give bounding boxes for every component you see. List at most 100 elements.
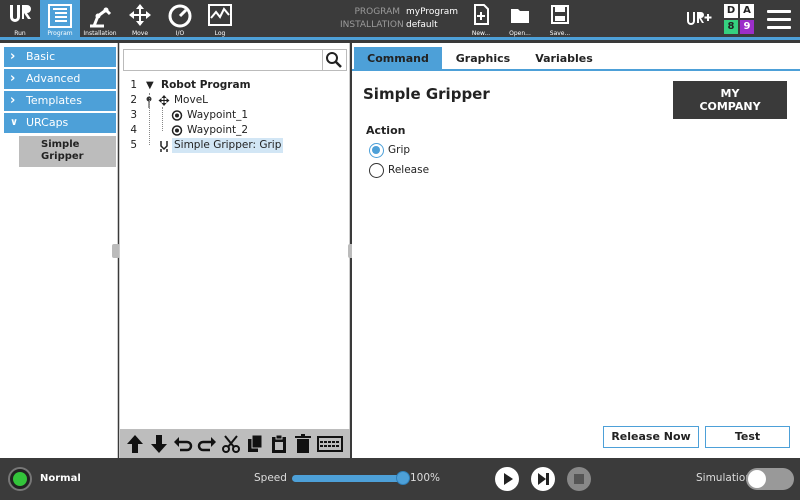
- nav-program-button[interactable]: Program: [40, 0, 80, 40]
- menu-basic-label: Basic: [26, 50, 56, 63]
- da-status-indicator[interactable]: D A 8 9: [724, 4, 756, 36]
- move-down-button[interactable]: [148, 433, 170, 455]
- ur-logo-icon: [0, 0, 40, 30]
- line-number: 4: [130, 124, 137, 136]
- bottom-footer: Normal Speed 100% Simulation: [0, 458, 800, 500]
- test-button[interactable]: Test: [705, 426, 790, 448]
- undo-button[interactable]: [172, 433, 194, 455]
- robot-arm-icon: [80, 0, 120, 30]
- folder-icon: [511, 9, 529, 23]
- program-name: myProgram: [406, 7, 459, 17]
- nav-log-button[interactable]: Log: [200, 0, 240, 40]
- move-up-button[interactable]: [124, 433, 146, 455]
- company-logo: MY COMPANY: [673, 81, 787, 119]
- tree-connector: [162, 107, 163, 131]
- simulation-label: Simulation: [696, 472, 752, 484]
- open-program-button[interactable]: Open...: [502, 0, 538, 40]
- nav-move-button[interactable]: Move: [120, 0, 160, 40]
- arrow-down-icon: [151, 435, 167, 453]
- copy-icon: [248, 434, 263, 452]
- menu-simple-gripper[interactable]: Simple Gripper: [19, 136, 116, 167]
- line-number: 2: [130, 94, 137, 106]
- program-info-values: myProgram default: [406, 6, 458, 32]
- line-number: 3: [130, 109, 137, 121]
- program-tree-icon: [40, 0, 80, 30]
- play-icon: [504, 473, 513, 485]
- release-radio[interactable]: [369, 163, 384, 178]
- nav-move-label: Move: [131, 30, 149, 37]
- hamburger-icon-line: [767, 26, 791, 29]
- redo-icon: [197, 437, 216, 452]
- a-letter: A: [740, 4, 754, 18]
- speed-slider-knob[interactable]: [396, 471, 410, 485]
- program-info-labels: PROGRAM INSTALLATION: [340, 6, 404, 32]
- tree-connector: [149, 93, 150, 145]
- paste-button[interactable]: [268, 433, 290, 455]
- suppress-button[interactable]: [316, 433, 344, 455]
- line-number: 1: [130, 79, 137, 91]
- tree-toolbar: [120, 429, 350, 458]
- menu-urcaps-label: URCaps: [26, 116, 69, 129]
- logo-line-1: MY: [720, 87, 740, 100]
- tree-row-label: Robot Program: [161, 79, 251, 91]
- delete-button[interactable]: [292, 433, 314, 455]
- ur-plus-button[interactable]: [684, 8, 714, 32]
- menu-advanced[interactable]: › Advanced: [4, 69, 116, 89]
- installation-name: default: [406, 20, 438, 30]
- action-label: Action: [366, 124, 406, 137]
- release-radio-label[interactable]: Release: [388, 164, 429, 176]
- nav-program-label: Program: [47, 30, 73, 37]
- tree-row-waypoint-2[interactable]: 4 Waypoint_2: [120, 123, 350, 138]
- tree-row-simple-gripper[interactable]: 5 Simple Gripper: Grip: [120, 138, 350, 153]
- tab-variables[interactable]: Variables: [524, 47, 604, 71]
- menu-urcaps[interactable]: ∨ URCaps: [4, 113, 116, 133]
- top-header: Run Program Installation Move I/O Log PR…: [0, 0, 800, 40]
- tree-row-movel[interactable]: 2 MoveL: [120, 93, 350, 108]
- stop-button[interactable]: [567, 467, 591, 491]
- new-program-label: New...: [471, 30, 491, 37]
- tree-row-label: MoveL: [174, 94, 209, 106]
- menu-simple-gripper-label: Simple Gripper: [41, 139, 84, 162]
- grip-radio[interactable]: [369, 143, 384, 158]
- nav-run-button[interactable]: Run: [0, 0, 40, 40]
- tree-row-robot-program[interactable]: 1 ▼ Robot Program: [120, 78, 350, 93]
- speed-label: Speed: [254, 472, 287, 484]
- play-button[interactable]: [495, 467, 519, 491]
- save-disk-icon: [551, 5, 569, 24]
- tree-search-input[interactable]: [123, 49, 323, 71]
- menu-templates-label: Templates: [26, 94, 82, 107]
- clipboard-icon: [272, 434, 286, 453]
- d-letter: D: [724, 4, 738, 18]
- save-program-button[interactable]: Save...: [542, 0, 578, 40]
- hamburger-menu-button[interactable]: [767, 10, 791, 30]
- nav-installation-button[interactable]: Installation: [80, 0, 120, 40]
- tab-command[interactable]: Command: [354, 47, 442, 71]
- grip-radio-label[interactable]: Grip: [388, 144, 410, 156]
- nav-run-label: Run: [14, 30, 26, 37]
- menu-basic[interactable]: › Basic: [4, 47, 116, 67]
- step-icon: [538, 473, 549, 485]
- nav-io-button[interactable]: I/O: [160, 0, 200, 40]
- nav-installation-label: Installation: [83, 30, 117, 37]
- release-now-button[interactable]: Release Now: [603, 426, 699, 448]
- nav-log-label: Log: [214, 30, 226, 37]
- simulation-toggle[interactable]: [746, 468, 794, 490]
- tree-row-waypoint-1[interactable]: 3 Waypoint_1: [120, 108, 350, 123]
- chevron-right-icon: ›: [10, 93, 16, 108]
- collapse-triangle-icon[interactable]: ▼: [146, 78, 154, 93]
- search-icon: [326, 52, 342, 68]
- new-program-button[interactable]: New...: [463, 0, 499, 40]
- step-button[interactable]: [531, 467, 555, 491]
- menu-templates[interactable]: › Templates: [4, 91, 116, 111]
- arrow-up-icon: [127, 435, 143, 453]
- speed-slider-track[interactable]: [292, 475, 402, 482]
- program-tree-panel: 1 ▼ Robot Program 2 MoveL 3 Waypoint_1 4…: [119, 43, 350, 458]
- tree-search-button[interactable]: [323, 49, 347, 71]
- cut-button[interactable]: [220, 433, 242, 455]
- hamburger-icon-line: [767, 18, 791, 21]
- power-status-button[interactable]: [8, 467, 32, 491]
- undo-icon: [174, 437, 193, 452]
- redo-button[interactable]: [196, 433, 218, 455]
- tab-graphics[interactable]: Graphics: [442, 47, 524, 71]
- copy-button[interactable]: [244, 433, 266, 455]
